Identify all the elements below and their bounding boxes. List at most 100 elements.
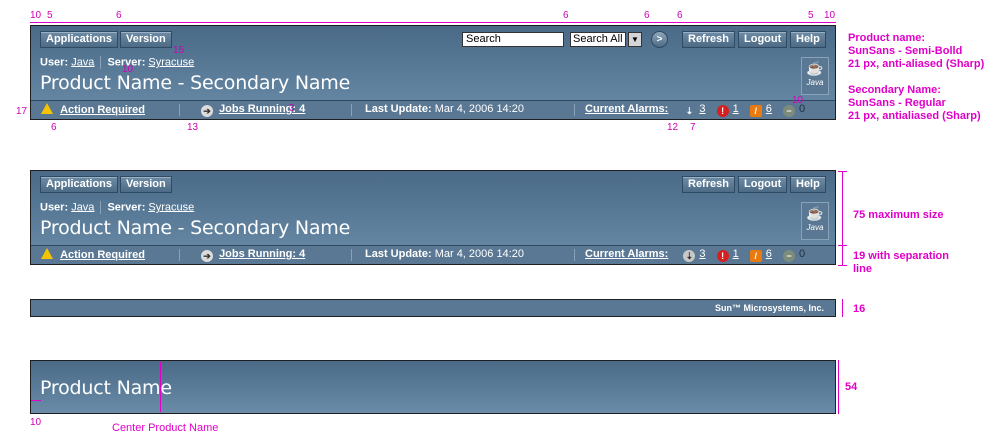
server-label: Server: — [107, 201, 146, 214]
divider — [100, 201, 102, 214]
refresh-button[interactable]: Refresh — [682, 176, 735, 193]
user-server-line: User: Java Server: Syracuse — [40, 201, 194, 214]
product-name-note: Product name: SunSans - Semi-Bolld 21 px… — [848, 32, 985, 70]
alarm-count-minor: 0 — [798, 248, 806, 260]
measure-line — [160, 362, 161, 412]
measure-label: 5 — [808, 10, 814, 21]
measure-line — [838, 265, 847, 266]
footer-bar: Sun™ Microsystems, Inc. — [30, 299, 836, 317]
version-button[interactable]: Version — [120, 176, 172, 193]
divider — [179, 249, 180, 261]
measure-label: 6 — [116, 10, 122, 21]
action-required-link[interactable]: Action Required — [60, 249, 145, 261]
measure-label: 13 — [187, 122, 199, 133]
measure-line — [842, 171, 843, 245]
jobs-running-link[interactable]: Jobs Running: 4 — [219, 248, 305, 260]
search-scope-select[interactable]: Search All — [570, 32, 626, 47]
alarm-count-critical[interactable]: 1 — [733, 103, 739, 115]
alarm-count-major[interactable]: 6 — [766, 103, 772, 115]
measure-line — [31, 400, 41, 401]
search-input[interactable]: Search — [462, 32, 564, 47]
alarm-count-down[interactable]: 3 — [699, 248, 705, 260]
masthead-annotated: Applications Version Search Search All ▼… — [30, 25, 836, 120]
action-required-link[interactable]: Action Required — [60, 104, 145, 116]
measure-line — [838, 360, 839, 414]
max-size-note: 75 maximum size — [853, 209, 944, 221]
minimal-height-note: 54 — [845, 381, 858, 393]
logout-button[interactable]: Logout — [738, 31, 788, 48]
measure-label: 10 — [792, 95, 804, 106]
help-button[interactable]: Help — [790, 176, 826, 193]
current-alarms: Current Alarms: ⇣ 3 ! 1 / 6 −0 — [585, 248, 805, 262]
divider — [100, 56, 102, 69]
current-alarms-link[interactable]: Current Alarms: — [585, 103, 668, 115]
minor-alarm-icon: − — [782, 250, 795, 262]
current-alarms-link[interactable]: Current Alarms: — [585, 248, 668, 260]
down-arrow-alarm-icon: ⇣ — [685, 106, 694, 116]
measure-line — [838, 171, 847, 172]
product-title: Product Name - Secondary Name — [40, 217, 351, 239]
down-arrow-alarm-icon: ⇣ — [683, 250, 696, 262]
warning-icon — [41, 103, 53, 114]
secondary-name-note: Secondary Name: SunSans - Regular 21 px,… — [848, 84, 981, 122]
footer-height-note: 16 — [853, 303, 866, 315]
masthead-clean: Applications Version Refresh Logout Help… — [30, 170, 836, 265]
measure-label: 15 — [173, 45, 185, 56]
search-go-button[interactable]: > — [651, 31, 668, 48]
user-link[interactable]: Java — [71, 56, 94, 68]
user-link[interactable]: Java — [71, 201, 94, 213]
java-logo-text: Java — [806, 223, 824, 232]
action-required-item[interactable]: Action Required — [41, 103, 145, 116]
java-cup-icon: ☕ — [806, 205, 824, 221]
major-alarm-icon: / — [749, 105, 762, 117]
divider — [351, 104, 352, 116]
warning-icon — [41, 248, 53, 259]
measure-label: 10 — [30, 417, 42, 428]
measure-label: 17 — [16, 106, 28, 117]
java-logo-text: Java — [806, 78, 824, 87]
measure-line — [30, 22, 836, 23]
server-link[interactable]: Syracuse — [148, 201, 194, 213]
alarm-count-down[interactable]: 3 — [699, 103, 705, 115]
jobs-running-item[interactable]: ➔ Jobs Running: 4 — [201, 248, 305, 262]
center-note: Center Product Name — [112, 422, 219, 434]
user-label: User: — [40, 56, 69, 69]
last-update: Last Update: Mar 4, 2006 14:20 — [365, 103, 524, 115]
last-update: Last Update: Mar 4, 2006 14:20 — [365, 248, 524, 260]
company-name: Sun™ Microsystems, Inc. — [714, 303, 824, 313]
java-logo: ☕ Java — [801, 57, 829, 95]
arrow-right-icon: ➔ — [201, 105, 213, 117]
applications-button[interactable]: Applications — [40, 176, 119, 193]
server-link[interactable]: Syracuse — [148, 56, 194, 68]
status-bar: Action Required ➔ Jobs Running: 4 Last U… — [31, 100, 835, 119]
select-dropdown-icon[interactable]: ▼ — [628, 32, 642, 47]
separation-note: 19 with separation line — [853, 250, 949, 275]
critical-alarm-icon: ! — [716, 250, 729, 262]
alarm-count-major[interactable]: 6 — [766, 248, 772, 260]
arrow-right-icon: ➔ — [201, 250, 213, 262]
user-label: User: — [40, 201, 69, 214]
measure-label: 5 — [47, 10, 53, 21]
logout-button[interactable]: Logout — [738, 176, 788, 193]
masthead-minimal: Product Name — [30, 360, 836, 414]
product-title-minimal: Product Name — [40, 377, 172, 399]
applications-button[interactable]: Applications — [40, 31, 119, 48]
version-button[interactable]: Version — [120, 31, 172, 48]
product-title: Product Name - Secondary Name — [40, 72, 351, 94]
refresh-button[interactable]: Refresh — [682, 31, 735, 48]
measure-label: 6 — [644, 10, 650, 21]
current-alarms: Current Alarms: ⇣ 3 ! 1 /6 −0 — [585, 103, 805, 117]
alarm-count-critical[interactable]: 1 — [733, 248, 739, 260]
divider — [351, 249, 352, 261]
measure-label: 10 — [824, 10, 836, 21]
user-server-line: User: Java Server: Syracuse — [40, 56, 194, 69]
measure-label: 3 — [289, 103, 295, 114]
action-required-item[interactable]: Action Required — [41, 248, 145, 261]
measure-label: 12 — [667, 122, 679, 133]
major-alarm-icon: / — [749, 250, 762, 262]
divider — [574, 249, 575, 261]
measure-label: 7 — [690, 122, 696, 133]
divider — [179, 104, 180, 116]
help-button[interactable]: Help — [790, 31, 826, 48]
measure-line — [842, 299, 843, 317]
